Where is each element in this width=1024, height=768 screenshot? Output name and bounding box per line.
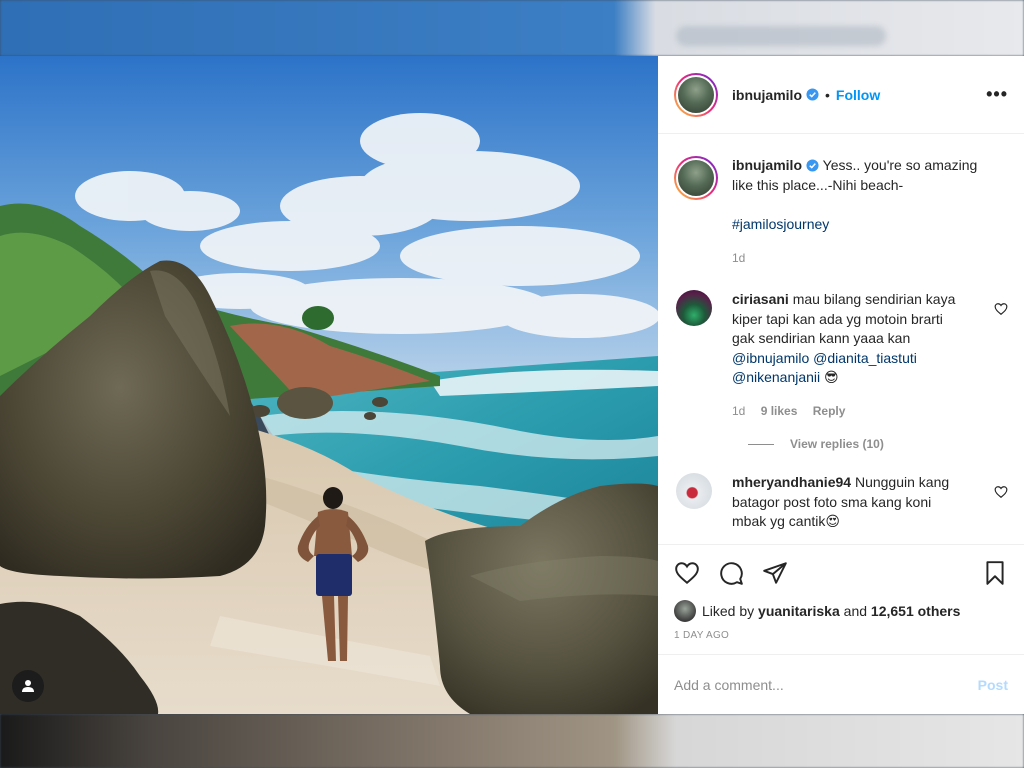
beach-photo-image <box>0 56 658 714</box>
post-comment-button[interactable]: Post <box>978 677 1008 693</box>
post-header: ibnujamilo • Follow ••• <box>658 56 1024 134</box>
replies-divider <box>748 443 774 445</box>
more-options-icon[interactable]: ••• <box>986 84 1008 105</box>
likes-summary[interactable]: Liked by yuanitariska and 12,651 others <box>658 600 1024 622</box>
verified-badge-icon <box>806 88 819 101</box>
save-icon[interactable] <box>982 560 1008 586</box>
liker-username[interactable]: yuanitariska <box>758 603 840 619</box>
comment-item: mheryandhanie94 Nungguin kang batagor po… <box>674 451 1008 532</box>
reply-button[interactable]: Reply <box>813 404 846 418</box>
comment-mention[interactable]: @nikenanjanii <box>732 369 820 385</box>
view-replies-button[interactable]: View replies (10) <box>748 437 1008 451</box>
comment-mention[interactable]: @ibnujamilo <box>732 350 809 366</box>
comment-item: ciriasani mau bilang sendirian kaya kipe… <box>674 268 1008 421</box>
commenter-avatar[interactable] <box>676 290 712 326</box>
comment-username[interactable]: ciriasani <box>732 291 789 307</box>
backdrop-bottom <box>0 714 1024 768</box>
likes-connector: and <box>843 603 868 619</box>
header-separator: • <box>825 86 830 103</box>
caption-username[interactable]: ibnujamilo <box>732 157 802 173</box>
comment-likes[interactable]: 9 likes <box>761 404 798 418</box>
comment-icon[interactable] <box>718 560 744 586</box>
heart-icon[interactable] <box>674 560 700 586</box>
commenter-avatar[interactable] <box>676 473 712 509</box>
author-info: ibnujamilo • Follow <box>732 87 880 103</box>
user-tag-icon <box>22 680 34 692</box>
caption-item: ibnujamilo Yess.. you're so amazing like… <box>674 134 1008 268</box>
caption-time[interactable]: 1d <box>732 251 745 265</box>
comment-username[interactable]: mheryandhanie94 <box>732 474 851 490</box>
verified-badge-icon <box>806 159 819 172</box>
liker-avatar[interactable] <box>674 600 696 622</box>
comments-list[interactable]: ibnujamilo Yess.. you're so amazing like… <box>658 134 1024 544</box>
backdrop-ghost-header <box>676 26 886 46</box>
comment-input[interactable] <box>674 676 978 693</box>
post-photo[interactable] <box>0 56 658 714</box>
likes-prefix: Liked by <box>702 603 755 619</box>
comment-time[interactable]: 1d <box>732 404 745 418</box>
comment-mention[interactable]: @dianita_tiastuti <box>813 350 917 366</box>
post-side-panel: ibnujamilo • Follow ••• ibnujamilo Yess.… <box>658 56 1024 714</box>
follow-button[interactable]: Follow <box>836 87 880 103</box>
caption-hashtag[interactable]: #jamilosjourney <box>732 216 829 232</box>
author-avatar[interactable] <box>674 72 718 117</box>
add-comment-bar: Post <box>658 654 1024 714</box>
comment-emoji: 😍 <box>825 513 840 529</box>
heart-icon[interactable] <box>994 302 1008 316</box>
user-tag-button[interactable] <box>12 670 44 702</box>
post-date[interactable]: 1 DAY AGO <box>658 630 1024 644</box>
view-replies-label: View replies (10) <box>790 437 884 451</box>
likes-count[interactable]: 12,651 others <box>871 603 961 619</box>
caption-avatar[interactable] <box>674 156 718 200</box>
comment-emoji: 😎 <box>824 369 839 385</box>
author-username[interactable]: ibnujamilo <box>732 87 802 103</box>
heart-icon[interactable] <box>994 485 1008 499</box>
share-icon[interactable] <box>762 560 788 586</box>
post-actions-bar <box>658 544 1024 600</box>
